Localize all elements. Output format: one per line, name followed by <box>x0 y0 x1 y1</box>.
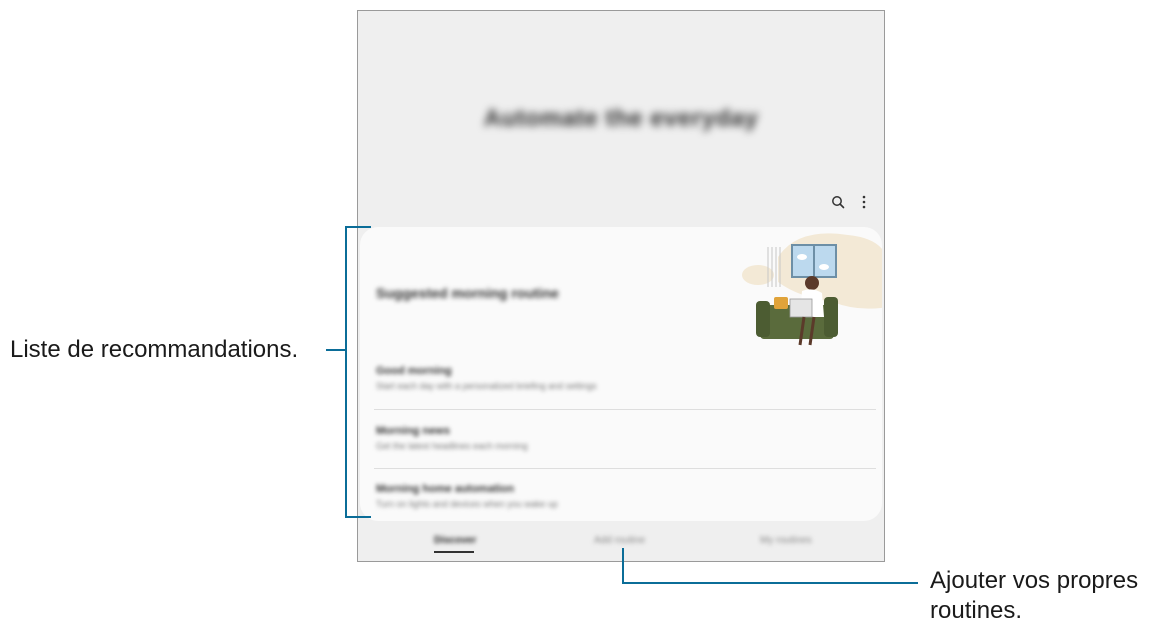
recommendations-card: Suggested morning routine Good morning S… <box>360 227 882 521</box>
hero-title: Automate the everyday <box>483 105 759 132</box>
item-title: Morning home automation <box>376 483 515 495</box>
tab-discover[interactable]: Discover <box>434 535 476 546</box>
card-heading: Suggested morning routine <box>376 285 559 301</box>
recommendations-bracket <box>345 226 347 518</box>
add-routines-label-line1: Ajouter vos propres <box>930 567 1139 594</box>
tab-my-routines[interactable]: My routines <box>760 535 812 546</box>
list-divider <box>374 409 876 410</box>
routines-screen: Automate the everyday Suggested morning … <box>357 10 885 562</box>
item-desc: Start each day with a personalized brief… <box>376 381 597 391</box>
tab-add-routine[interactable]: Add routine <box>594 535 645 546</box>
recommendations-leader-line <box>326 349 346 351</box>
item-title: Good morning <box>376 365 452 377</box>
add-routines-label-line2: routines. <box>930 597 1023 624</box>
item-desc: Get the latest headlines each morning <box>376 441 528 451</box>
bracket-top-tick <box>345 226 371 228</box>
item-title: Morning news <box>376 425 450 437</box>
list-item[interactable]: Morning news Get the latest headlines ea… <box>376 425 876 451</box>
add-routine-leader-horizontal <box>622 582 918 584</box>
bracket-bottom-tick <box>345 516 371 518</box>
reading-person-illustration <box>742 233 882 346</box>
add-routine-leader-vertical <box>622 548 624 584</box>
more-options-icon[interactable] <box>856 195 872 211</box>
search-icon[interactable] <box>830 195 846 211</box>
item-desc: Turn on lights and devices when you wake… <box>376 499 558 509</box>
recommendations-label: Liste de recommandations. <box>10 336 299 363</box>
active-tab-indicator <box>434 551 474 553</box>
list-item[interactable]: Morning home automation Turn on lights a… <box>376 483 876 509</box>
list-divider <box>374 468 876 469</box>
list-item[interactable]: Good morning Start each day with a perso… <box>376 365 876 391</box>
bottom-tab-bar: Discover Add routine My routines <box>358 521 884 561</box>
manual-figure: Automate the everyday Suggested morning … <box>0 0 1157 626</box>
